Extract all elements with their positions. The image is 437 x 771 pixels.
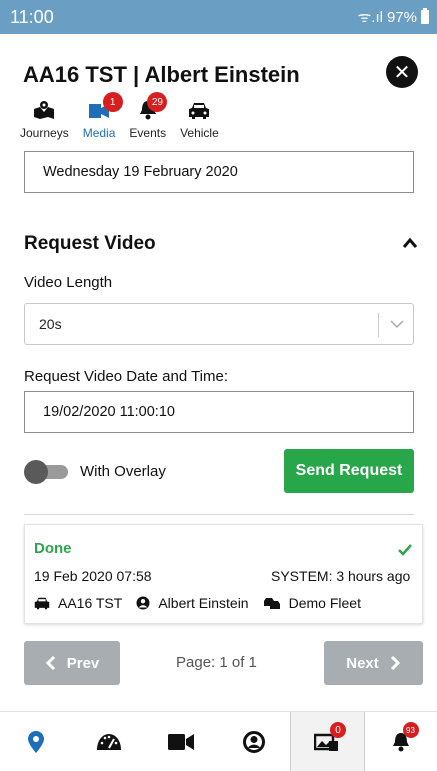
overlay-toggle[interactable] xyxy=(24,460,68,484)
car-icon xyxy=(189,103,210,119)
battery-icon xyxy=(421,8,429,24)
close-button[interactable]: ✕ xyxy=(386,56,418,88)
video-length-value: 20s xyxy=(39,316,62,332)
result-driver: Albert Einstein xyxy=(158,595,249,611)
overlay-label: With Overlay xyxy=(80,463,166,480)
journeys-map-icon xyxy=(34,101,55,119)
chevron-left-icon xyxy=(45,656,55,670)
check-icon xyxy=(398,544,412,556)
nav-dashboard[interactable] xyxy=(73,712,146,771)
video-length-label: Video Length xyxy=(24,274,113,291)
datetime-label: Request Video Date and Time: xyxy=(24,368,229,385)
user-circle-icon xyxy=(136,596,150,610)
video-length-select[interactable]: 20s xyxy=(24,303,414,345)
nav-profile[interactable] xyxy=(218,712,291,771)
signal-icon: ᯤ.ıl xyxy=(357,9,383,26)
user-icon xyxy=(242,730,265,753)
media-badge: 1 xyxy=(102,92,123,112)
bottom-nav: 0 93 xyxy=(0,711,437,771)
nav-video[interactable] xyxy=(145,712,218,771)
datetime-value: 19/02/2020 11:00:10 xyxy=(43,404,175,420)
tab-media[interactable]: 1 Media xyxy=(82,92,123,144)
nav-media-badge: 0 xyxy=(330,722,346,738)
tab-label: Journeys xyxy=(20,126,69,140)
date-selector[interactable]: Wednesday 19 February 2020 xyxy=(24,151,414,193)
vehicle-header: AA16 TST | Albert Einstein ✕ Journeys 1 xyxy=(0,34,437,211)
next-button[interactable]: Next xyxy=(324,641,423,685)
status-bar: 11:00 ᯤ.ıl 97% xyxy=(0,0,437,34)
tab-vehicle[interactable]: Vehicle xyxy=(180,94,219,144)
result-vehicle: AA16 TST xyxy=(58,595,123,611)
nav-location[interactable] xyxy=(0,712,73,771)
result-details: AA16 TST Albert Einstein Demo Fleet xyxy=(34,595,375,611)
nav-events-badge: 93 xyxy=(402,722,419,738)
nav-media[interactable]: 0 xyxy=(290,712,365,771)
tab-label: Vehicle xyxy=(180,126,219,140)
date-value: Wednesday 19 February 2020 xyxy=(43,164,238,180)
status-time: 11:00 xyxy=(10,6,54,27)
section-title: Request Video xyxy=(24,233,156,254)
send-request-button[interactable]: Send Request xyxy=(284,449,414,493)
divider xyxy=(24,514,414,515)
chevron-down-icon xyxy=(390,320,404,329)
request-video-card: Request Video Video Length 20s Request V… xyxy=(0,211,437,711)
battery-percent: 97% xyxy=(386,8,417,26)
close-icon: ✕ xyxy=(393,61,411,84)
status-icons: ᯤ.ıl 97% xyxy=(358,7,429,27)
page-title: AA16 TST | Albert Einstein xyxy=(23,62,300,87)
datetime-input[interactable]: 19/02/2020 11:00:10 xyxy=(24,391,414,433)
tab-label: Events xyxy=(129,126,167,140)
request-result-item: Done 19 Feb 2020 07:58 SYSTEM: 3 hours a… xyxy=(24,524,423,624)
tab-journeys[interactable]: Journeys xyxy=(20,94,69,144)
speedometer-icon xyxy=(96,733,121,750)
fleet-cars-icon xyxy=(263,597,280,609)
location-pin-icon xyxy=(28,730,45,753)
toggle-knob xyxy=(24,460,48,484)
nav-events[interactable]: 93 xyxy=(365,712,437,771)
tab-bar: Journeys 1 Media 29 Events Vehicle xyxy=(20,92,233,144)
prev-button[interactable]: Prev xyxy=(24,641,120,685)
select-separator xyxy=(378,313,379,337)
result-date: 19 Feb 2020 07:58 xyxy=(34,568,152,584)
tab-events[interactable]: 29 Events xyxy=(129,92,168,144)
video-camera-icon xyxy=(168,733,195,750)
next-label: Next xyxy=(346,654,379,672)
page-indicator: Page: 1 of 1 xyxy=(176,654,257,671)
status-text: Done xyxy=(34,540,72,557)
tab-label: Media xyxy=(82,126,116,140)
chevron-right-icon xyxy=(390,656,400,670)
result-fleet: Demo Fleet xyxy=(288,595,361,611)
result-source: SYSTEM: 3 hours ago xyxy=(271,568,411,584)
car-icon xyxy=(34,597,50,609)
collapse-chevron-up-icon[interactable] xyxy=(402,237,418,249)
events-badge: 29 xyxy=(147,92,168,112)
prev-label: Prev xyxy=(66,654,100,672)
